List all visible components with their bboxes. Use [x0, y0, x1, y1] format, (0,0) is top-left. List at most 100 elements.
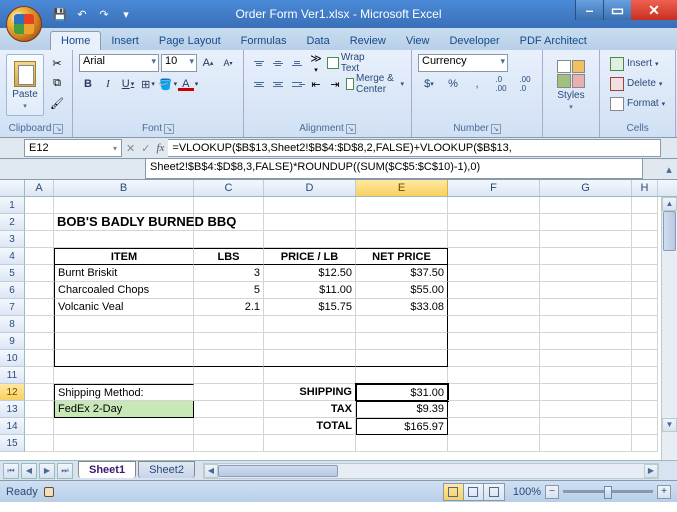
undo-icon[interactable]: ↶ [74, 6, 90, 22]
row-header[interactable]: 7 [0, 299, 25, 316]
next-sheet-button[interactable]: ▶ [39, 463, 55, 479]
tab-view[interactable]: View [396, 32, 440, 50]
cell[interactable]: $9.39 [356, 401, 448, 418]
cell[interactable] [448, 282, 540, 299]
cell[interactable]: Burnt Briskit [54, 265, 194, 282]
cell[interactable] [632, 197, 658, 214]
cell[interactable] [25, 299, 54, 316]
cell[interactable] [632, 299, 658, 316]
cell[interactable] [54, 418, 194, 435]
cell[interactable] [448, 367, 540, 384]
cell[interactable] [632, 333, 658, 350]
cell[interactable] [448, 197, 540, 214]
cell[interactable] [632, 350, 658, 367]
cell[interactable] [25, 231, 54, 248]
cell-title[interactable]: BOB'S BADLY BURNED BBQ [54, 214, 194, 231]
row-header[interactable]: 15 [0, 435, 25, 452]
cell[interactable] [194, 401, 264, 418]
orientation-button[interactable]: ≫▾ [307, 54, 325, 72]
cell[interactable]: Charcoaled Chops [54, 282, 194, 299]
formula-input-cont[interactable]: Sheet2!$B$4:$D$8,3,FALSE)*ROUNDUP((SUM($… [145, 159, 643, 179]
cell[interactable] [540, 418, 632, 435]
border-button[interactable]: ⊞▾ [139, 75, 157, 93]
cell[interactable] [632, 265, 658, 282]
prev-sheet-button[interactable]: ◀ [21, 463, 37, 479]
save-icon[interactable]: 💾 [52, 6, 68, 22]
cell[interactable] [264, 367, 356, 384]
last-sheet-button[interactable]: ⏭ [57, 463, 73, 479]
cell[interactable] [194, 418, 264, 435]
paste-button[interactable]: Paste ▾ [6, 54, 44, 116]
scroll-right-icon[interactable]: ▶ [644, 464, 658, 478]
cell[interactable] [194, 316, 264, 333]
align-top-button[interactable] [250, 54, 268, 72]
cell[interactable] [448, 401, 540, 418]
cell[interactable] [356, 367, 448, 384]
scroll-thumb[interactable] [663, 211, 676, 251]
normal-view-button[interactable] [444, 484, 464, 500]
align-center-button[interactable] [269, 75, 287, 93]
align-left-button[interactable] [250, 75, 268, 93]
scroll-down-icon[interactable]: ▼ [662, 418, 677, 432]
currency-button[interactable]: $▾ [418, 75, 440, 93]
select-all-corner[interactable] [0, 180, 25, 196]
cell[interactable] [632, 384, 658, 401]
tab-developer[interactable]: Developer [439, 32, 509, 50]
cell[interactable] [356, 231, 448, 248]
cell[interactable] [448, 299, 540, 316]
zoom-in-button[interactable]: + [657, 485, 671, 499]
name-box[interactable]: E12▾ [24, 139, 122, 157]
cell[interactable] [632, 367, 658, 384]
tab-formulas[interactable]: Formulas [231, 32, 297, 50]
cell[interactable] [540, 435, 632, 452]
row-header[interactable]: 2 [0, 214, 25, 231]
merge-center-button[interactable]: Merge & Center▾ [345, 75, 405, 93]
cell[interactable] [356, 197, 448, 214]
cell[interactable]: Volcanic Veal [54, 299, 194, 316]
row-header[interactable]: 14 [0, 418, 25, 435]
comma-button[interactable]: , [466, 75, 488, 93]
formula-input[interactable]: =VLOOKUP($B$13,Sheet2!$B$4:$D$8,2,FALSE)… [168, 139, 661, 157]
format-cells-button[interactable]: Format▾ [606, 94, 669, 113]
col-header-c[interactable]: C [194, 180, 264, 196]
page-layout-view-button[interactable] [464, 484, 484, 500]
row-header[interactable]: 8 [0, 316, 25, 333]
align-right-button[interactable] [288, 75, 306, 93]
cell[interactable]: $165.97 [356, 418, 448, 435]
cell[interactable] [632, 248, 658, 265]
cell[interactable] [25, 333, 54, 350]
insert-cells-button[interactable]: Insert▾ [606, 54, 663, 73]
cell[interactable]: Shipping Method: [54, 384, 194, 401]
minimize-button[interactable]: – [575, 0, 603, 20]
format-painter-button[interactable]: 🖌 [48, 94, 66, 112]
cell[interactable]: 3 [194, 265, 264, 282]
cell[interactable] [448, 248, 540, 265]
cell[interactable] [540, 350, 632, 367]
cell[interactable] [356, 214, 448, 231]
tab-insert[interactable]: Insert [101, 32, 149, 50]
shrink-font-button[interactable]: A▾ [219, 54, 237, 72]
cell[interactable]: $11.00 [264, 282, 356, 299]
align-middle-button[interactable] [269, 54, 287, 72]
worksheet-grid[interactable]: A B C D E F G H 1 2BOB'S BADLY BURNED BB… [0, 180, 677, 460]
cell[interactable]: SHIPPING [264, 384, 356, 401]
font-name-select[interactable]: Arial [79, 54, 159, 72]
scroll-left-icon[interactable]: ◀ [204, 464, 218, 478]
cell[interactable] [25, 367, 54, 384]
fill-color-button[interactable]: 🪣▾ [159, 75, 177, 93]
cell[interactable] [448, 214, 540, 231]
cell[interactable] [25, 214, 54, 231]
cell[interactable] [54, 231, 194, 248]
cell[interactable] [632, 316, 658, 333]
cell[interactable] [356, 316, 448, 333]
expand-formula-icon[interactable]: ▴ [662, 159, 676, 179]
row-header[interactable]: 6 [0, 282, 25, 299]
first-sheet-button[interactable]: ⏮ [3, 463, 19, 479]
cell[interactable] [264, 435, 356, 452]
row-header[interactable]: 12 [0, 384, 25, 401]
cell[interactable] [25, 248, 54, 265]
row-header[interactable]: 1 [0, 197, 25, 214]
cell[interactable] [540, 282, 632, 299]
cell[interactable] [632, 435, 658, 452]
cell[interactable] [540, 299, 632, 316]
